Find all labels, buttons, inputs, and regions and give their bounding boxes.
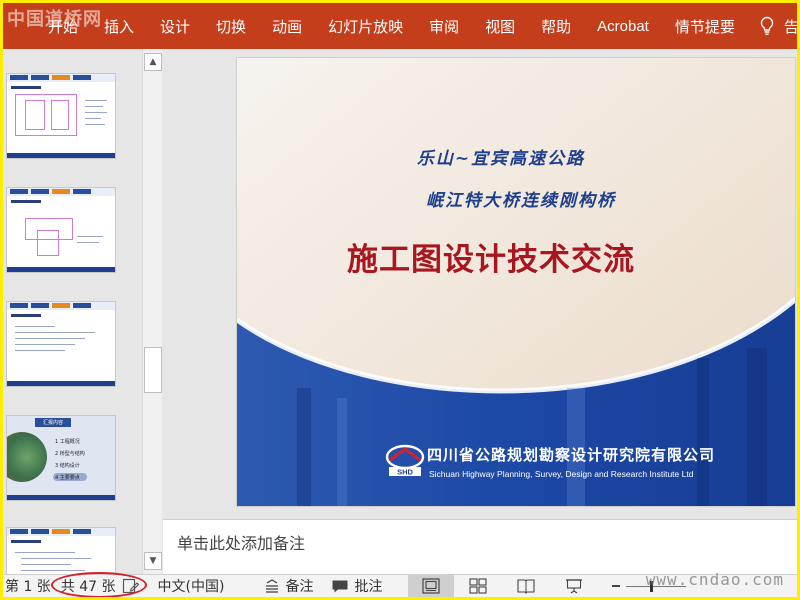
tell-me-search[interactable]: 告诉	[784, 16, 800, 37]
slide-sorter-icon	[469, 578, 488, 594]
thumbnail-agenda-item: 2 桥型与结构	[55, 451, 85, 457]
thumbnail-text-line	[77, 242, 99, 243]
thumbnail-agenda-title: 汇报内容	[35, 418, 71, 427]
thumbnail-title-bar	[11, 314, 41, 317]
normal-view-button[interactable]	[408, 575, 455, 597]
slide-thumbnail[interactable]	[6, 527, 116, 577]
ribbon: 中国道桥网 开始 插入 设计 切换 动画 幻灯片放映 审阅 视图 帮助 Acro…	[3, 3, 800, 49]
thumbnail-title-bar	[11, 86, 41, 89]
thumbnail-text-line	[15, 338, 85, 339]
slide-thumbnail[interactable]	[6, 73, 116, 159]
thumbnail-footer	[7, 267, 115, 272]
thumbnail-text-line	[85, 106, 103, 107]
thumbnail-text-line	[85, 118, 101, 119]
thumbnail-text-line	[85, 124, 105, 125]
thumbnail-header	[7, 302, 115, 310]
comments-label: 批注	[354, 579, 383, 595]
logo-text: SHD	[397, 468, 413, 477]
thumbnail-text-line	[85, 112, 107, 113]
slide-thumbnail-pane: 汇报内容 1 工程概况 2 桥型与结构 3 结构设计 4 主要要点 ▲ ▼	[3, 49, 163, 577]
tab-animations[interactable]: 动画	[259, 3, 315, 49]
slide-background	[237, 58, 795, 506]
scroll-down-button[interactable]: ▼	[144, 552, 162, 570]
thumbnail-title-bar	[11, 200, 41, 203]
slide-total-count: 共 47 张	[50, 572, 147, 598]
thumbnail-text-line	[77, 236, 103, 237]
thumbnail-scrollbar[interactable]: ▲ ▼	[142, 49, 162, 574]
thumbnail-text-line	[15, 344, 75, 345]
tab-review[interactable]: 审阅	[416, 3, 472, 49]
comments-toggle-button[interactable]: 批注	[331, 575, 382, 597]
thumbnail-agenda-item: 1 工程概况	[55, 439, 80, 445]
thumbnail-header	[7, 528, 115, 536]
notes-placeholder[interactable]: 单击此处添加备注	[177, 530, 305, 554]
thumbnail-text-line	[15, 350, 65, 351]
tab-help[interactable]: 帮助	[528, 3, 584, 49]
slide-thumbnail-agenda[interactable]: 汇报内容 1 工程概况 2 桥型与结构 3 结构设计 4 主要要点	[6, 415, 116, 501]
slide-main-title[interactable]: 施工图设计技术交流	[347, 234, 635, 279]
notes-label: 备注	[285, 579, 314, 595]
company-name-en: Sichuan Highway Planning, Survey, Design…	[429, 469, 694, 479]
zoom-out-icon[interactable]	[612, 585, 621, 587]
tab-transitions[interactable]: 切换	[203, 3, 259, 49]
tab-slideshow[interactable]: 幻灯片放映	[315, 3, 416, 49]
slide-thumbnail[interactable]	[6, 187, 116, 273]
presentation-icon	[566, 579, 583, 594]
company-name-cn: 四川省公路规划勘察设计研究院有限公司	[427, 446, 716, 464]
ribbon-tabs: 开始 插入 设计 切换 动画 幻灯片放映 审阅 视图 帮助 Acrobat 情节…	[3, 3, 800, 49]
thumbnail-text-line	[85, 100, 107, 101]
scrollbar-thumb[interactable]	[144, 347, 162, 393]
notes-icon	[266, 579, 279, 593]
reading-view-button[interactable]	[502, 575, 550, 597]
thumbnail-footer	[7, 153, 115, 158]
thumbnail-title-bar	[11, 540, 41, 543]
thumbnail-header	[7, 74, 115, 82]
thumbnail-drawing	[37, 230, 59, 256]
thumbnail-text-line	[15, 326, 55, 327]
highlight-circle	[50, 572, 147, 598]
thumbnail-drawing	[51, 100, 69, 130]
slide-subtitle-2[interactable]: 岷江特大桥连续刚构桥	[237, 186, 795, 211]
comment-icon	[332, 580, 348, 592]
thumbnail-text-line	[15, 332, 95, 333]
thumbnail-text-line	[21, 564, 71, 565]
thumbnail-drawing	[25, 100, 45, 130]
site-watermark: www.cndao.com	[645, 570, 784, 589]
slide-number-indicator[interactable]: 第 1 张	[3, 575, 51, 597]
tab-view[interactable]: 视图	[472, 3, 528, 49]
thumbnail-footer	[7, 495, 115, 500]
slide-canvas[interactable]: SHD 乐山~宜宾高速公路 岷江特大桥连续刚构桥 施工图设计技术交流 四川省公路…	[236, 57, 796, 507]
thumbnail-agenda-item: 4 主要要点	[55, 475, 80, 481]
tab-acrobat[interactable]: Acrobat	[584, 3, 662, 49]
thumbnail-footer	[7, 381, 115, 386]
thumbnail-header	[7, 188, 115, 196]
thumbnail-agenda-item: 3 结构设计	[55, 463, 80, 469]
thumbnail-text-line	[21, 558, 91, 559]
normal-view-icon	[422, 578, 441, 594]
language-indicator[interactable]: 中文(中国)	[158, 575, 225, 597]
company-logo-icon: SHD	[385, 444, 425, 477]
slide-thumbnail[interactable]	[6, 301, 116, 387]
tab-storyboard[interactable]: 情节提要	[662, 3, 748, 49]
slideshow-view-button[interactable]	[550, 575, 598, 597]
lightbulb-icon[interactable]	[756, 3, 778, 49]
notes-toggle-button[interactable]: 备注	[264, 575, 313, 597]
tab-design[interactable]: 设计	[147, 3, 203, 49]
thumbnail-text-line	[21, 570, 85, 571]
scroll-up-button[interactable]: ▲	[144, 53, 162, 71]
notes-pane[interactable]: 单击此处添加备注	[163, 519, 797, 574]
slide-sorter-view-button[interactable]	[454, 575, 502, 597]
watermark-top: 中国道桥网	[7, 9, 102, 30]
slide-subtitle-1[interactable]: 乐山~宜宾高速公路	[237, 144, 795, 169]
slide-editing-area: SHD 乐山~宜宾高速公路 岷江特大桥连续刚构桥 施工图设计技术交流 四川省公路…	[163, 49, 797, 519]
thumbnail-text-line	[15, 552, 75, 553]
reading-view-icon	[517, 579, 536, 594]
